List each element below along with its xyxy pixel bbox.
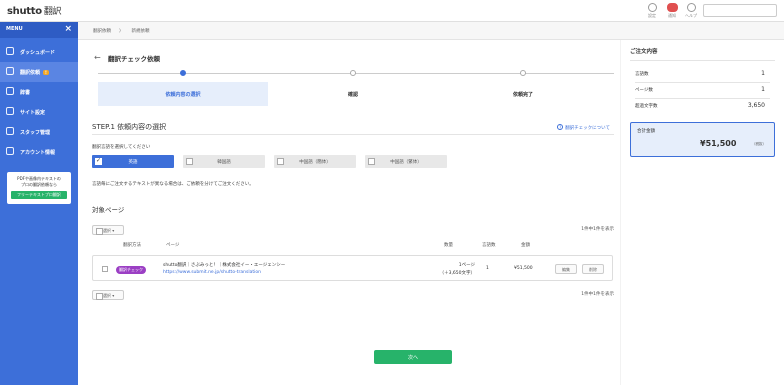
step-dot (520, 70, 526, 76)
sidebar-item-translation-request[interactable]: 翻訳依頼! (0, 62, 78, 82)
back-arrow-icon[interactable]: ← (94, 53, 101, 62)
promo-box: PDFや画像内テキストの プロの翻訳依頼なら フリーテキストプロ翻訳 (7, 172, 71, 204)
breadcrumb: 翻訳依頼 〉 新規依頼 (78, 22, 784, 40)
translation-request-icon (6, 67, 14, 75)
sidebar-header: MENU × (0, 22, 78, 38)
bulk-select-dropdown[interactable]: 選択 ▾ (92, 225, 124, 235)
result-count: 1件中1件を表示 (581, 227, 614, 232)
order-summary: ご注文内容 言語数 1 ページ数 1 超過文字数 3,650 合計金額 ¥51,500… (621, 40, 784, 385)
column-header-amount: 金額 (521, 243, 530, 248)
step-dot (350, 70, 356, 76)
account-select[interactable] (703, 4, 777, 17)
langs-cell: 1 (486, 266, 489, 271)
total-label: 合計金額 (637, 129, 655, 134)
step-title: STEP.1 依頼内容の選択 (92, 123, 167, 131)
breadcrumb-item[interactable]: 翻訳依頼 (93, 29, 111, 34)
dictionary-icon (6, 87, 14, 95)
question-icon: ? (557, 124, 564, 130)
app-logo[interactable]: shutto 翻訳 (7, 4, 62, 17)
checkbox[interactable] (368, 158, 375, 165)
language-note: 言語毎にご注文するテキストが異なる場合は、ご依頼を分けてご注文ください。 (92, 182, 254, 187)
column-header-quantity: 数量 (444, 243, 453, 248)
sidebar-item-account[interactable]: アカウント情報 (0, 142, 78, 162)
checkbox[interactable] (95, 157, 102, 165)
sidebar: MENU × ダッシュボード 翻訳依頼! 辞書 サイト設定 スタッフ管理 アカウ… (0, 22, 78, 385)
checkbox[interactable] (277, 158, 284, 165)
language-option-english[interactable]: 英語 (92, 155, 174, 168)
divider (630, 60, 775, 61)
account-icon (6, 147, 14, 155)
quantity-sub-cell: （＋3,650文字） (439, 271, 475, 276)
page-title-cell: shutto翻訳｜さぶみっと！｜株式会社イー・エージェンシー (163, 263, 286, 268)
dashboard-icon (6, 47, 14, 55)
language-prompt: 翻訳言語を選択してください (92, 145, 151, 150)
sidebar-item-dictionary[interactable]: 辞書 (0, 82, 78, 102)
total-box: 合計金額 ¥51,500 （税抜） (630, 122, 775, 157)
breadcrumb-separator: 〉 (119, 29, 124, 34)
top-bar: shutto 翻訳 設定 通知 ヘルプ (0, 0, 784, 22)
total-value: ¥51,500 (700, 139, 737, 148)
column-header-langs: 言語数 (482, 243, 496, 248)
sidebar-item-dashboard[interactable]: ダッシュボード (0, 42, 78, 62)
divider (92, 134, 614, 135)
staff-icon (6, 127, 14, 135)
summary-title: ご注文内容 (630, 49, 658, 55)
breadcrumb-item: 新規依頼 (131, 29, 150, 34)
menu-label: MENU (6, 26, 23, 32)
summary-row: 超過文字数 3,650 (635, 102, 765, 109)
main-panel: ← 翻訳チェック依頼 依頼内容の選択 確認 依頼完了 STEP.1 依頼内容の選… (78, 40, 620, 385)
free-text-translation-button[interactable]: フリーテキストプロ翻訳 (11, 191, 67, 199)
bulk-select-dropdown[interactable]: 選択 ▾ (92, 290, 124, 300)
divider (635, 82, 770, 83)
column-header-method: 翻訳方法 (123, 243, 141, 248)
progress-line (98, 73, 614, 74)
divider (635, 98, 770, 99)
step-select: 依頼内容の選択 (98, 82, 268, 106)
step-confirm: 確認 (347, 92, 358, 98)
delete-button[interactable]: 削除 (582, 264, 604, 274)
step-dot (180, 70, 186, 76)
tax-note: （税抜） (752, 142, 766, 146)
page-url-link[interactable]: https://www.submit.ne.jp/shutto-translat… (163, 270, 261, 275)
sidebar-item-site-settings[interactable]: サイト設定 (0, 102, 78, 122)
table-row: 翻訳チェック shutto翻訳｜さぶみっと！｜株式会社イー・エージェンシー ht… (92, 255, 613, 281)
row-checkbox[interactable] (102, 266, 108, 272)
result-count: 1件中1件を表示 (581, 292, 614, 297)
quantity-cell: 1ページ (458, 263, 475, 268)
gear-icon (6, 107, 14, 115)
column-header-page: ページ (166, 243, 180, 248)
help-link[interactable]: ? 翻訳チェックについて (557, 124, 610, 131)
language-option-korean[interactable]: 韓国語 (183, 155, 265, 168)
amount-cell: ¥51,500 (514, 266, 533, 271)
edit-button[interactable]: 編集 (555, 264, 577, 274)
promo-line2: プロの翻訳依頼なら (21, 182, 57, 187)
section-title: 対象ページ (92, 206, 125, 214)
step-complete: 依頼完了 (512, 92, 533, 98)
summary-row: 言語数 1 (635, 70, 765, 77)
language-option-chinese-simplified[interactable]: 中国語（簡体） (274, 155, 356, 168)
summary-row: ページ数 1 (635, 86, 765, 93)
language-option-chinese-traditional[interactable]: 中国語（繁体） (365, 155, 447, 168)
help-icon[interactable]: ヘルプ (680, 3, 702, 19)
settings-icon[interactable]: 設定 (641, 3, 663, 19)
next-button[interactable]: 次へ (374, 350, 452, 364)
page-title: 翻訳チェック依頼 (108, 55, 160, 63)
sidebar-item-staff[interactable]: スタッフ管理 (0, 122, 78, 142)
close-icon[interactable]: × (64, 24, 72, 34)
alert-badge: ! (43, 70, 49, 75)
checkbox[interactable] (186, 158, 193, 165)
method-tag: 翻訳チェック (116, 266, 146, 274)
